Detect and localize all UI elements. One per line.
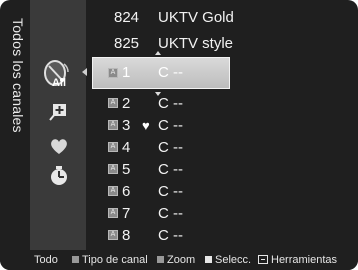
channel-number: 8	[122, 227, 131, 244]
channel-list-screen: Todos los canales All 824 UKTV Gold 825 …	[0, 0, 358, 270]
all-label: All	[52, 77, 67, 89]
hint-tools[interactable]: Herramientas	[258, 254, 337, 267]
hint-select-label: Selecc.	[215, 254, 252, 266]
channel-name: C --	[158, 161, 183, 178]
left-arrow-icon	[82, 68, 87, 76]
channel-row[interactable]: A 2 C --	[90, 93, 358, 115]
antenna-icon: A	[108, 164, 118, 174]
heart-icon[interactable]	[48, 135, 70, 157]
gray-square-icon	[157, 256, 164, 263]
channel-number: 1	[122, 64, 131, 81]
antenna-icon: A	[108, 120, 118, 130]
channel-row[interactable]: 825 UKTV style	[90, 33, 358, 55]
channel-number: 3	[122, 117, 131, 134]
channel-number: 5	[122, 161, 131, 178]
channel-row-selected[interactable]: A 1 C --	[90, 57, 358, 89]
channel-name: UKTV style	[158, 35, 234, 52]
channel-row[interactable]: A 5 C --	[90, 159, 358, 181]
hint-select[interactable]: Selecc.	[205, 254, 251, 267]
hint-zoom[interactable]: Zoom	[157, 254, 195, 267]
antenna-icon: A	[108, 208, 118, 218]
hint-all[interactable]: Todo	[34, 254, 58, 267]
channel-name: C --	[158, 183, 183, 200]
hint-channel-type[interactable]: Tipo de canal	[72, 254, 148, 267]
channel-row[interactable]: A 3 ♥ C --	[90, 115, 358, 137]
channel-name: C --	[158, 227, 183, 244]
channel-list: 824 UKTV Gold 825 UKTV style A 1 C -- A …	[90, 0, 358, 250]
channel-number: 824	[114, 9, 140, 26]
tools-icon	[258, 255, 268, 264]
antenna-icon: A	[108, 230, 118, 240]
plus-tag-icon[interactable]	[48, 100, 70, 122]
hint-zoom-label: Zoom	[167, 254, 196, 266]
channel-row[interactable]: A 4 C --	[90, 137, 358, 159]
channel-row[interactable]: A 7 C --	[90, 203, 358, 225]
channel-name: C --	[158, 139, 183, 156]
channel-row[interactable]: A 8 C --	[90, 225, 358, 247]
antenna-icon: A	[108, 98, 118, 108]
channel-name: UKTV Gold	[158, 9, 234, 26]
favorite-heart-icon: ♥	[142, 118, 150, 133]
side-title: Todos los canales	[10, 18, 26, 133]
channel-name: C --	[158, 64, 183, 81]
channel-number: 4	[122, 139, 131, 156]
channel-number: 6	[122, 183, 131, 200]
gray-square-icon	[72, 256, 79, 263]
category-column	[30, 0, 86, 250]
channel-name: C --	[158, 205, 183, 222]
channel-number: 7	[122, 205, 131, 222]
white-square-icon	[205, 256, 212, 263]
button-hint-bar: Todo Tipo de canal Zoom Selecc. Herramie…	[0, 250, 358, 270]
channel-name: C --	[158, 95, 183, 112]
hint-channel-type-label: Tipo de canal	[82, 254, 148, 266]
channel-row[interactable]: 824 UKTV Gold	[90, 7, 358, 29]
channel-number: 2	[122, 95, 131, 112]
channel-row[interactable]: A 6 C --	[90, 181, 358, 203]
channel-number: 825	[114, 35, 140, 52]
antenna-icon: A	[108, 68, 118, 78]
hint-tools-label: Herramientas	[271, 254, 338, 266]
clock-icon[interactable]	[48, 165, 70, 187]
channel-name: C --	[158, 117, 183, 134]
antenna-icon: A	[108, 186, 118, 196]
antenna-icon: A	[108, 142, 118, 152]
